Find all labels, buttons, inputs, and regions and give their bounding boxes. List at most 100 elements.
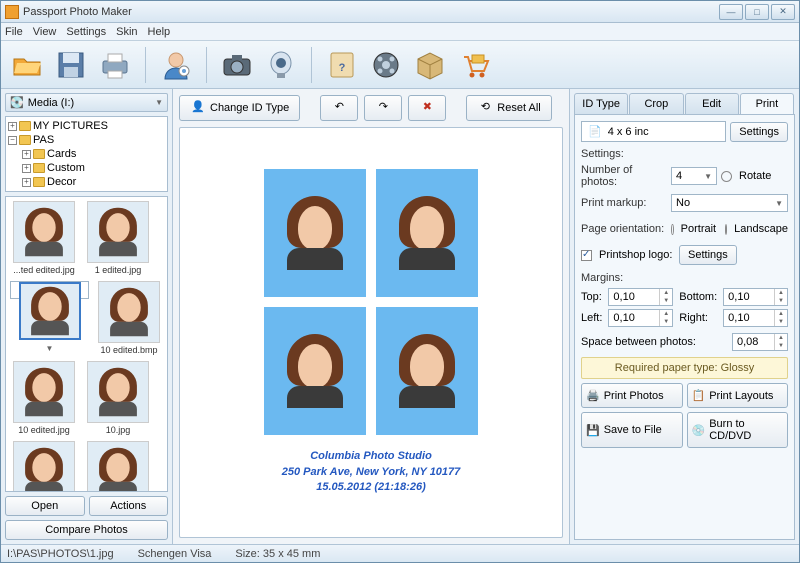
media-selector[interactable]: 💽 Media (I:) ▼: [5, 93, 168, 112]
minimize-button[interactable]: —: [719, 4, 743, 20]
folder-icon: [33, 163, 45, 173]
webcam-tool[interactable]: [261, 45, 301, 85]
thumbnail[interactable]: 3.jpg: [84, 441, 152, 492]
print-tool[interactable]: [95, 45, 135, 85]
tree-item[interactable]: +Cards: [8, 147, 165, 161]
actions-button[interactable]: Actions: [89, 496, 169, 516]
tab-crop[interactable]: Crop: [629, 93, 683, 114]
thumbnail[interactable]: 10.jpg: [84, 361, 152, 435]
space-input[interactable]: ▲▼: [732, 333, 788, 351]
open-tool[interactable]: [7, 45, 47, 85]
paper-settings-button[interactable]: Settings: [730, 122, 788, 142]
printshop-label: Printshop logo:: [599, 249, 675, 261]
folder-tree[interactable]: +MY PICTURES − PAS+Cards+Custom+Decor+Func: [5, 116, 168, 192]
tree-item[interactable]: +Func: [8, 189, 165, 192]
thumbnail[interactable]: ...ted edited.jpg: [10, 201, 78, 275]
tree-item[interactable]: +Decor: [8, 175, 165, 189]
num-photos-label: Number of photos:: [581, 164, 667, 188]
close-button[interactable]: ✕: [771, 4, 795, 20]
tree-item[interactable]: +Custom: [8, 161, 165, 175]
rotate-left-button[interactable]: ↶: [320, 95, 358, 121]
app-icon: [5, 5, 19, 19]
open-button[interactable]: Open: [5, 496, 85, 516]
tab-print[interactable]: Print: [740, 93, 794, 114]
tree-label: PAS: [33, 134, 54, 146]
cart-tool[interactable]: [454, 45, 494, 85]
thumbnail-image: [19, 282, 81, 340]
margin-top-input[interactable]: ▲▼: [608, 288, 673, 306]
thumbnail-image: [13, 441, 75, 492]
drive-icon: 💽: [10, 96, 24, 109]
margin-right-input[interactable]: ▲▼: [723, 309, 788, 327]
margin-bottom-input[interactable]: ▲▼: [723, 288, 788, 306]
menu-view[interactable]: View: [33, 26, 57, 38]
video-tool[interactable]: [366, 45, 406, 85]
studio-address: 250 Park Ave, New York, NY 10177: [282, 465, 461, 480]
preview-area: Columbia Photo Studio 250 Park Ave, New …: [179, 127, 563, 538]
folder-icon: [33, 191, 45, 192]
margins-heading: Margins:: [581, 272, 788, 284]
page-icon: 📄: [588, 125, 602, 138]
margin-left-input[interactable]: ▲▼: [608, 309, 673, 327]
passport-photo: [376, 307, 478, 435]
help-tool[interactable]: ?: [322, 45, 362, 85]
reset-all-button[interactable]: ⟲ Reset All: [466, 95, 551, 121]
printshop-settings-button[interactable]: Settings: [679, 245, 737, 265]
rotate-right-button[interactable]: ↷: [364, 95, 402, 121]
paper-select[interactable]: 📄 4 x 6 inc: [581, 121, 726, 142]
svg-text:?: ?: [339, 62, 346, 74]
delete-icon: ✖: [419, 100, 435, 116]
menu-skin[interactable]: Skin: [116, 26, 137, 38]
space-label: Space between photos:: [581, 336, 728, 348]
studio-info: Columbia Photo Studio 250 Park Ave, New …: [282, 449, 461, 495]
package-tool[interactable]: [410, 45, 450, 85]
status-path: I:\PAS\PHOTOS\1.jpg: [7, 548, 114, 560]
rotate-left-icon: ↶: [331, 100, 347, 116]
thumbnail-grid[interactable]: ...ted edited.jpg1 edited.jpg 1.jpg 10 edi…: [5, 196, 168, 492]
tree-toggle[interactable]: +: [8, 122, 17, 131]
portrait-label: Portrait: [681, 223, 716, 235]
save-icon: 💾: [586, 424, 600, 437]
change-id-button[interactable]: 👤 Change ID Type: [179, 95, 300, 121]
printshop-checkbox[interactable]: [581, 250, 592, 261]
menu-help[interactable]: Help: [148, 26, 171, 38]
thumbnail[interactable]: 1 edited.jpg: [84, 201, 152, 275]
burn-cd-button[interactable]: 💿Burn to CD/DVD: [687, 412, 789, 448]
tree-toggle[interactable]: +: [22, 150, 31, 159]
menu-settings[interactable]: Settings: [66, 26, 106, 38]
tree-toggle[interactable]: −: [8, 136, 17, 145]
print-photos-button[interactable]: 🖨️Print Photos: [581, 383, 683, 408]
landscape-radio[interactable]: [725, 224, 728, 235]
tree-toggle[interactable]: +: [22, 178, 31, 187]
folder-icon: [33, 149, 45, 159]
camera-tool[interactable]: [217, 45, 257, 85]
print-markup-select[interactable]: No: [671, 194, 788, 212]
delete-button[interactable]: ✖: [408, 95, 446, 121]
menubar: File View Settings Skin Help: [1, 23, 799, 41]
print-layouts-button[interactable]: 📋Print Layouts: [687, 383, 789, 408]
thumbnail[interactable]: 1.jpg: [10, 281, 89, 299]
folder-icon: [33, 177, 45, 187]
num-photos-select[interactable]: 4: [671, 167, 717, 185]
tab-idtype[interactable]: ID Type: [574, 93, 628, 114]
thumbnail[interactable]: 10 edited.bmp: [95, 281, 163, 355]
tree-toggle[interactable]: +: [22, 164, 31, 173]
tree-item[interactable]: − PAS: [8, 133, 165, 147]
save-tool[interactable]: [51, 45, 91, 85]
user-tool[interactable]: [156, 45, 196, 85]
studio-date: 15.05.2012 (21:18:26): [282, 480, 461, 495]
portrait-radio[interactable]: [671, 224, 674, 235]
menu-file[interactable]: File: [5, 26, 23, 38]
tree-toggle[interactable]: +: [22, 192, 31, 193]
tab-edit[interactable]: Edit: [685, 93, 739, 114]
tree-item[interactable]: +MY PICTURES: [8, 119, 165, 133]
print-tab-content: 📄 4 x 6 inc Settings Settings: Number of…: [574, 114, 795, 540]
save-file-button[interactable]: 💾Save to File: [581, 412, 683, 448]
compare-button[interactable]: Compare Photos: [5, 520, 168, 540]
maximize-button[interactable]: □: [745, 4, 769, 20]
rotate-radio[interactable]: [721, 171, 732, 182]
thumbnail[interactable]: 2.jpg: [10, 441, 78, 492]
photo-grid: [264, 169, 478, 435]
margin-bottom-label: Bottom:: [679, 291, 717, 303]
thumbnail[interactable]: 10 edited.jpg: [10, 361, 78, 435]
